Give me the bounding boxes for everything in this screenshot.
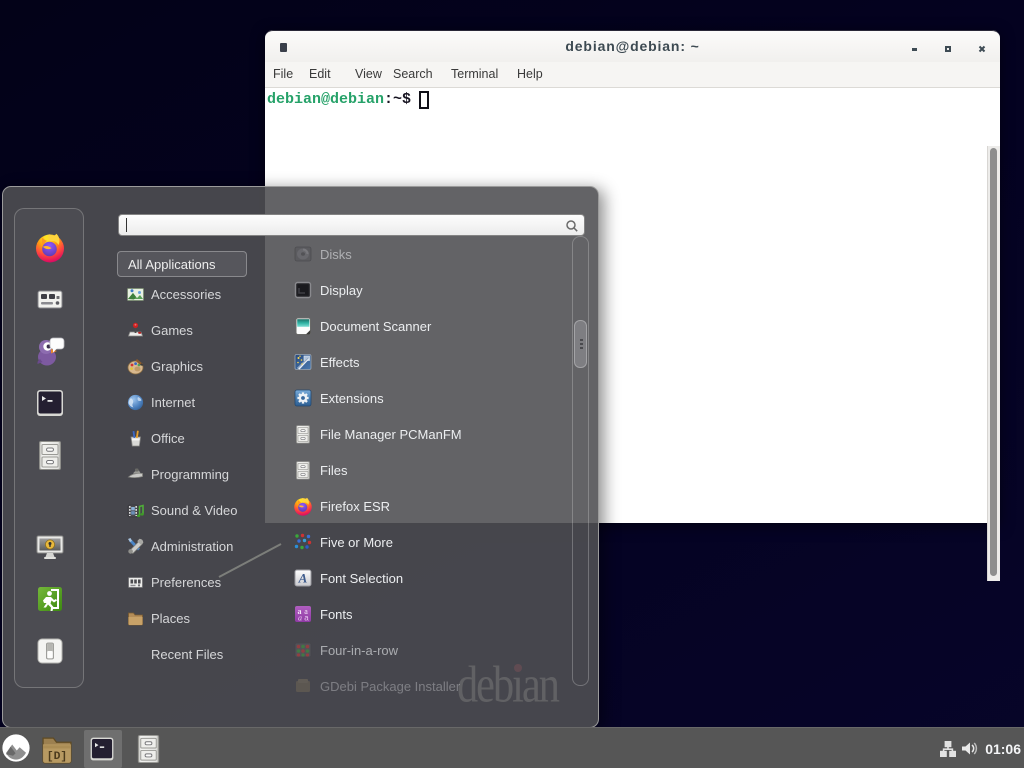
svg-text:[D]: [D] — [47, 751, 67, 763]
